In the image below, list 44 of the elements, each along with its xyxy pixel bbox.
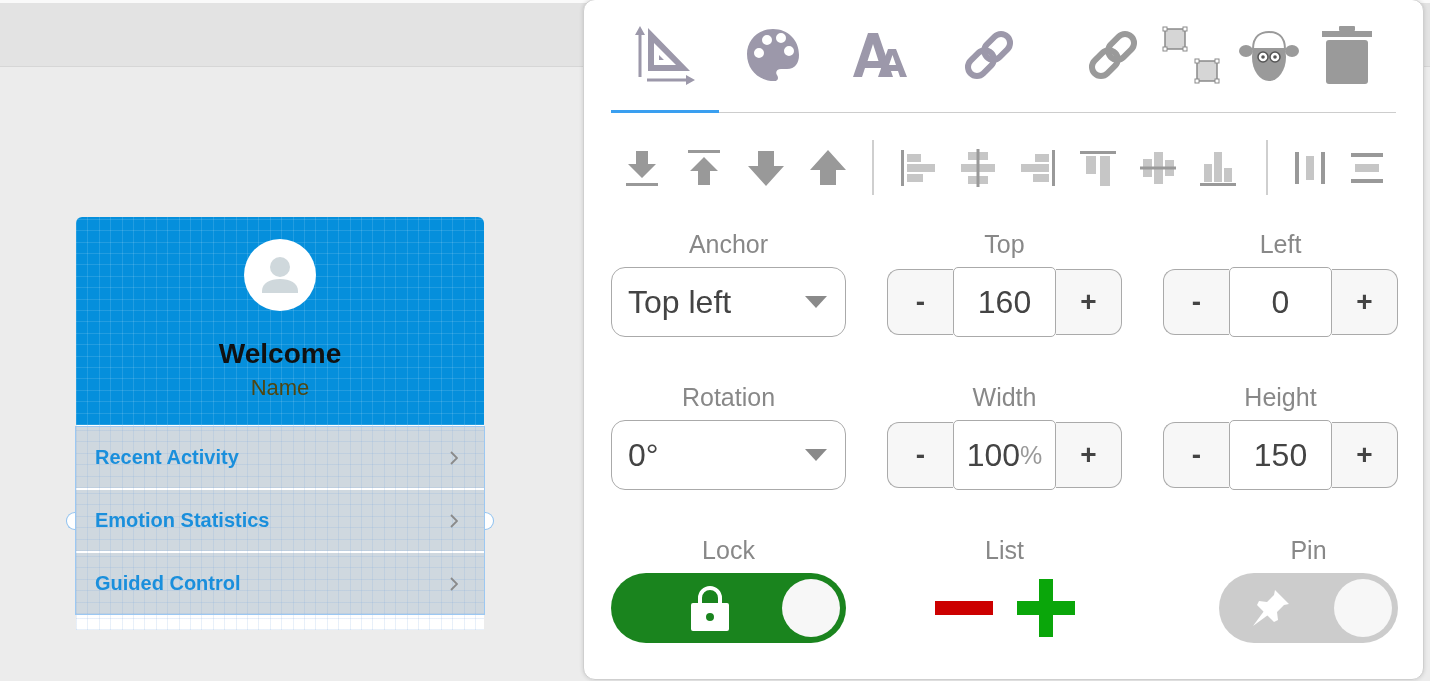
field-label: Height <box>1243 384 1318 410</box>
number-field[interactable]: 150 <box>1229 420 1332 490</box>
avatar-icon <box>244 239 316 311</box>
decrement-button[interactable]: - <box>887 422 953 488</box>
field-label: Width <box>971 384 1038 410</box>
caret-icon <box>805 296 827 308</box>
number-field[interactable]: 160 <box>953 267 1056 337</box>
increment-button[interactable]: + <box>1056 269 1122 335</box>
pushpin-icon <box>1251 588 1291 628</box>
increment-button[interactable]: + <box>1332 269 1398 335</box>
decrement-button[interactable]: - <box>887 269 953 335</box>
switch-knob <box>1334 579 1392 637</box>
field-label: Anchor <box>687 231 770 257</box>
field-label: List <box>984 537 1025 563</box>
chevron-icon <box>450 450 458 465</box>
decrement-button[interactable]: - <box>1163 422 1229 488</box>
caret-icon <box>805 449 827 461</box>
align-center-icon[interactable] <box>958 147 998 188</box>
plus-icon[interactable] <box>1016 579 1075 637</box>
align-left-icon[interactable] <box>898 147 938 188</box>
increment-button[interactable]: + <box>1056 422 1122 488</box>
field-label: Lock <box>701 537 756 563</box>
resize-handle[interactable] <box>66 511 75 530</box>
field-label: Top <box>983 231 1026 257</box>
ruler-icon <box>635 25 695 85</box>
field-label: Pin <box>1289 537 1328 563</box>
unit-label: % <box>1020 440 1043 470</box>
resize-handle[interactable] <box>485 511 494 530</box>
switch-knob <box>782 579 840 637</box>
lock-icon <box>690 584 730 632</box>
dropdown[interactable]: 0° <box>611 420 846 490</box>
align-right-icon[interactable] <box>1018 147 1058 188</box>
dropdown[interactable]: Top left <box>611 267 846 337</box>
increment-button[interactable]: + <box>1332 422 1398 488</box>
decrement-button[interactable]: - <box>1163 269 1229 335</box>
field-label: Rotation <box>680 384 777 410</box>
squares-icon[interactable] <box>1161 25 1221 85</box>
name-text: Name <box>250 375 310 401</box>
number-field[interactable]: 100% <box>953 420 1056 490</box>
number-field[interactable]: 0 <box>1229 267 1332 337</box>
field-label: Left <box>1258 231 1303 257</box>
welcome-title: Welcome <box>218 337 342 371</box>
chevron-icon <box>450 513 458 528</box>
chevron-icon <box>450 576 458 591</box>
